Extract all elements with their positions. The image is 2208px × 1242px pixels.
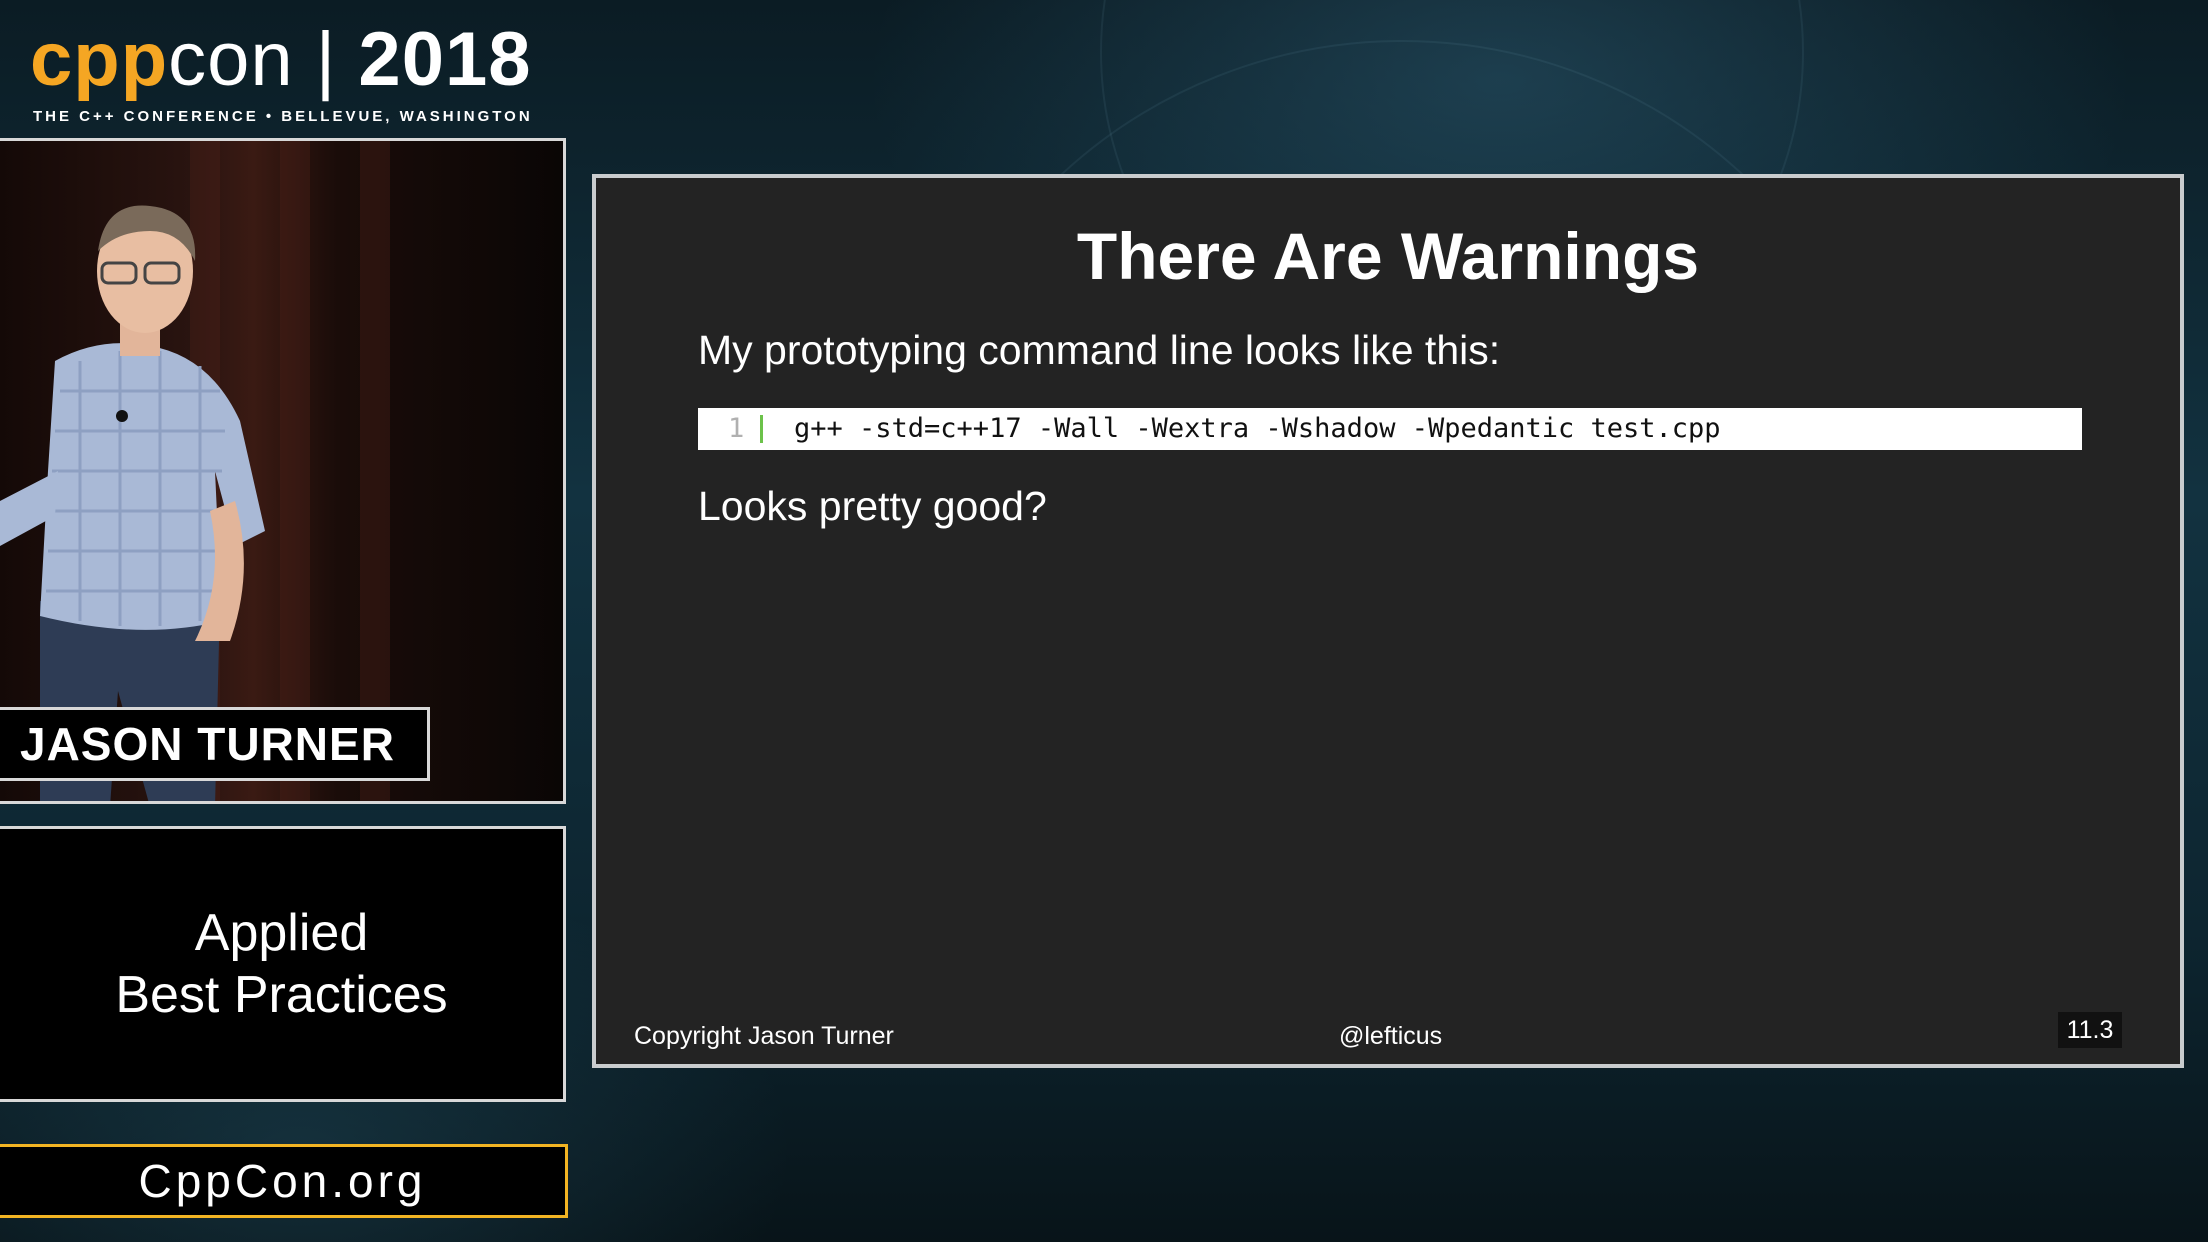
logo-subtitle: THE C++ CONFERENCE • BELLEVUE, WASHINGTO…: [33, 108, 533, 125]
code-line-text: g++ -std=c++17 -Wall -Wextra -Wshadow -W…: [794, 413, 1721, 444]
slide-intro-text: My prototyping command line looks like t…: [698, 327, 1501, 373]
logo-year: 2018: [358, 17, 532, 102]
presentation-slide: There Are Warnings My prototyping comman…: [592, 174, 2184, 1068]
talk-title-line: Applied: [194, 904, 369, 962]
talk-title-line: Best Practices: [115, 966, 448, 1024]
slide-title: There Are Warnings: [1076, 219, 1700, 293]
slide-number: 11.3: [2058, 1012, 2122, 1048]
slide-question-text: Looks pretty good?: [698, 483, 1047, 529]
speaker-video: JASON TURNER: [0, 138, 566, 804]
code-gutter-bar: [760, 415, 763, 443]
logo-separator: |: [315, 17, 337, 102]
curtain-fold: [360, 141, 390, 801]
logo-cpp: cpp: [30, 17, 169, 102]
code-block: 1 g++ -std=c++17 -Wall -Wextra -Wshadow …: [698, 408, 2082, 450]
code-line-number: 1: [728, 413, 745, 444]
slide-footer-copyright: Copyright Jason Turner: [634, 1022, 894, 1050]
logo-wordmark: cppcon | 2018: [30, 14, 532, 106]
logo-con: con: [168, 17, 294, 102]
website-label: CppCon.org: [0, 1144, 568, 1218]
cppcon-logo: cppcon | 2018 THE C++ CONFERENCE • BELLEVU…: [30, 14, 550, 125]
speaker-name-plate: JASON TURNER: [0, 707, 430, 781]
slide-footer-handle: @lefticus: [1339, 1022, 1443, 1050]
talk-title-box: Applied Best Practices: [0, 826, 566, 1102]
